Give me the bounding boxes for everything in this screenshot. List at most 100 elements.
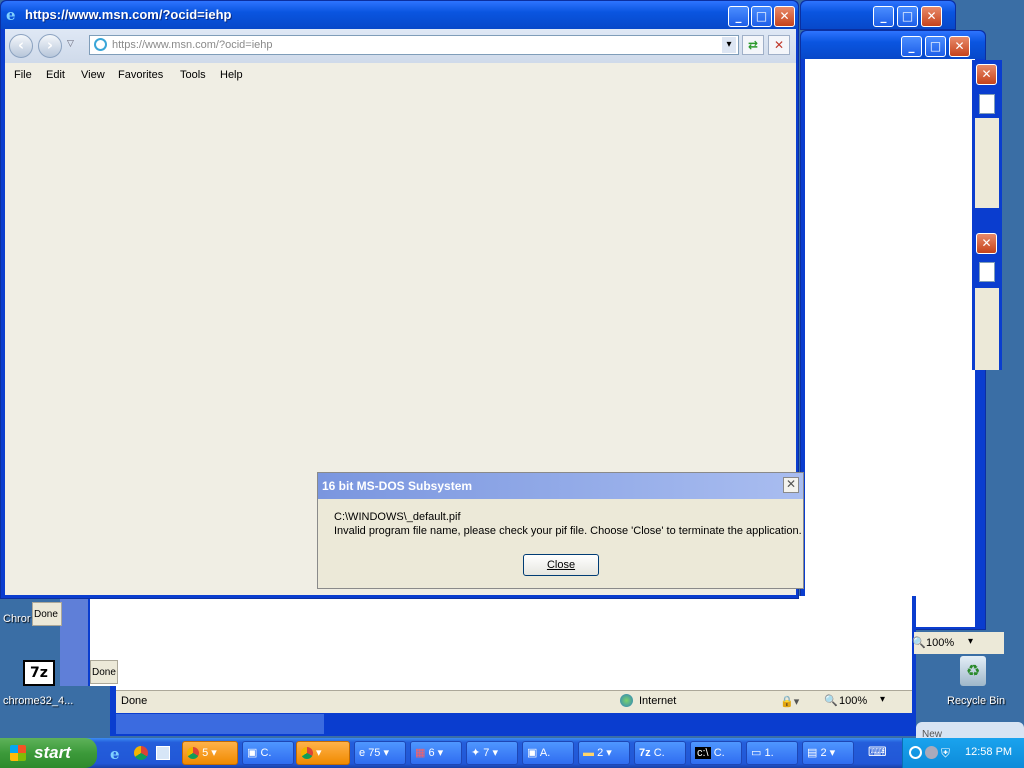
window-icon: ▭ xyxy=(751,747,762,759)
minimize-button[interactable]: _ xyxy=(873,6,894,27)
chrome-quicklaunch-icon[interactable] xyxy=(134,746,148,760)
7zip-icon[interactable]: 7z xyxy=(23,660,55,686)
toolbar-strip xyxy=(975,288,999,370)
dropdown-stub[interactable] xyxy=(979,94,995,114)
chrome-icon xyxy=(187,747,199,760)
taskbar-item-label: C. xyxy=(653,747,665,759)
recycle-bin-icon[interactable]: ♻ xyxy=(960,656,986,686)
taskbar-item-label: C. xyxy=(260,747,272,759)
taskbar-item-ie-group[interactable]: e 75 ▾ xyxy=(354,741,406,765)
taskbar-item-dev-group[interactable]: ▦ 6 ▾ xyxy=(410,741,462,765)
tray-app-icon[interactable] xyxy=(909,746,922,759)
taskbar-item-folder-group[interactable]: ▬ 2 ▾ xyxy=(578,741,630,765)
chrome-icon xyxy=(301,747,313,760)
bg-window-4[interactable]: _ □ ✕ xyxy=(800,0,956,30)
dropdown-stub[interactable] xyxy=(979,262,995,282)
taskbar-item-chrome[interactable]: ▾ xyxy=(296,741,350,765)
taskbar-item-label: 1. xyxy=(764,747,774,759)
taskbar-item-label: A. xyxy=(539,747,551,759)
dev-icon: ▦ xyxy=(415,747,426,759)
dialog-close-icon[interactable]: ✕ xyxy=(783,477,799,493)
recycle-bin-label[interactable]: Recycle Bin xyxy=(947,695,1005,707)
menu-favorites[interactable]: Favorites xyxy=(118,69,163,81)
done-tab-text: Done xyxy=(34,609,58,620)
menu-tools[interactable]: Tools xyxy=(180,69,206,81)
ie-icon: e xyxy=(359,747,366,759)
globe-icon xyxy=(620,694,633,707)
close-button[interactable]: ✕ xyxy=(774,6,795,27)
done-tab-text: Done xyxy=(92,667,116,678)
status-internet-text: Internet xyxy=(639,695,677,707)
taskbar-item-group[interactable]: ✦ 7 ▾ xyxy=(466,741,518,765)
taskbar-item-chrome-group[interactable]: 5 ▾ xyxy=(182,741,238,765)
dialog-path-text: C:\WINDOWS\_default.pif xyxy=(334,511,461,523)
close-button[interactable]: ✕ xyxy=(976,64,997,85)
tray-network-icon[interactable] xyxy=(925,746,938,759)
zoom-icon[interactable]: 🔍 xyxy=(824,694,838,707)
refresh-button[interactable]: ⇄ xyxy=(742,35,764,55)
close-button[interactable]: ✕ xyxy=(976,233,997,254)
window-title: https://www.msn.com/?ocid=iehp xyxy=(25,7,232,22)
taskbar-item-cmd[interactable]: c:\ C. xyxy=(690,741,742,765)
desktop-quicklaunch-icon[interactable] xyxy=(156,746,170,760)
taskbar-item-app[interactable]: ▣ A. xyxy=(522,741,574,765)
taskbar-item-count: 6 xyxy=(428,747,435,759)
7zip-desktop-label[interactable]: chrome32_4... xyxy=(3,695,73,707)
close-button[interactable]: ✕ xyxy=(949,36,970,57)
taskbar-item-window[interactable]: ▭ 1. xyxy=(746,741,798,765)
stop-button[interactable]: ✕ xyxy=(768,35,790,55)
tray-security-icon[interactable]: ⛨ xyxy=(941,746,950,761)
toolbar-strip xyxy=(975,118,999,208)
taskbar-item-7zip[interactable]: 7z C. xyxy=(634,741,686,765)
chrome-desktop-label[interactable]: Chror xyxy=(3,613,31,625)
app-icon: ▣ xyxy=(527,747,538,759)
taskbar-item-doc-group[interactable]: ▤ 2 ▾ xyxy=(802,741,854,765)
doc-icon: ▤ xyxy=(807,747,818,759)
dialog-titlebar[interactable]: 16 bit MS-DOS Subsystem ✕ xyxy=(318,473,803,499)
zoom-level-text[interactable]: 100% xyxy=(839,695,867,707)
address-bar[interactable]: https://www.msn.com/?ocid=iehp ▾ xyxy=(89,35,739,55)
forward-button[interactable]: › xyxy=(38,34,62,58)
taskbar-item-count: 2 xyxy=(597,747,604,759)
app-icon: ✦ xyxy=(471,747,481,759)
address-input[interactable]: https://www.msn.com/?ocid=iehp xyxy=(112,39,273,51)
bg-window-3-content xyxy=(805,59,975,627)
menu-help[interactable]: Help xyxy=(220,69,243,81)
minimize-button[interactable]: _ xyxy=(901,36,922,57)
chevron-down-icon[interactable]: ▾ xyxy=(722,37,736,53)
bg-window-1-bottom-bar xyxy=(116,714,324,734)
dialog-title: 16 bit MS-DOS Subsystem xyxy=(322,479,473,493)
keyboard-icon[interactable]: ⌨ xyxy=(868,745,887,760)
taskbar-item-count: 75 xyxy=(368,747,381,759)
zoom-icon[interactable]: 🔍 xyxy=(912,636,926,649)
back-button[interactable]: ‹ xyxy=(9,34,33,58)
start-label: start xyxy=(34,743,71,762)
folder-icon: ▬ xyxy=(583,747,594,759)
menu-view[interactable]: View xyxy=(81,69,105,81)
ie-quicklaunch-icon[interactable]: e xyxy=(110,745,120,763)
taskbar-item-app[interactable]: ▣ C. xyxy=(242,741,294,765)
system-tray: ⛨ 12:58 PM xyxy=(902,738,1024,768)
chevron-down-icon[interactable]: ▾ xyxy=(968,636,973,647)
msdos-error-dialog: 16 bit MS-DOS Subsystem ✕ C:\WINDOWS\_de… xyxy=(317,472,804,589)
chevron-down-icon[interactable]: ▾ xyxy=(880,694,885,705)
ie-logo-icon: e xyxy=(6,6,16,24)
minimize-button[interactable]: _ xyxy=(728,6,749,27)
recent-pages-icon[interactable]: ▽ xyxy=(67,39,74,49)
tray-clock[interactable]: 12:58 PM xyxy=(965,746,1012,758)
navigation-bar: ‹ › ▽ https://www.msn.com/?ocid=iehp ▾ ⇄… xyxy=(5,29,796,63)
taskbar-item-count: 2 xyxy=(820,747,827,759)
dialog-close-button[interactable]: Close xyxy=(523,554,599,576)
close-button[interactable]: ✕ xyxy=(921,6,942,27)
bg-window-3[interactable]: _ □ ✕ xyxy=(800,30,986,630)
menu-file[interactable]: File xyxy=(14,69,32,81)
taskbar-item-label: C. xyxy=(713,747,725,759)
maximize-button[interactable]: □ xyxy=(897,6,918,27)
menu-edit[interactable]: Edit xyxy=(46,69,65,81)
lock-icon[interactable]: 🔒▾ xyxy=(780,695,799,708)
maximize-button[interactable]: □ xyxy=(751,6,772,27)
start-button[interactable]: start xyxy=(0,738,97,768)
zoom-level-text[interactable]: 100% xyxy=(926,637,954,649)
maximize-button[interactable]: □ xyxy=(925,36,946,57)
status-done-text: Done xyxy=(121,695,148,707)
